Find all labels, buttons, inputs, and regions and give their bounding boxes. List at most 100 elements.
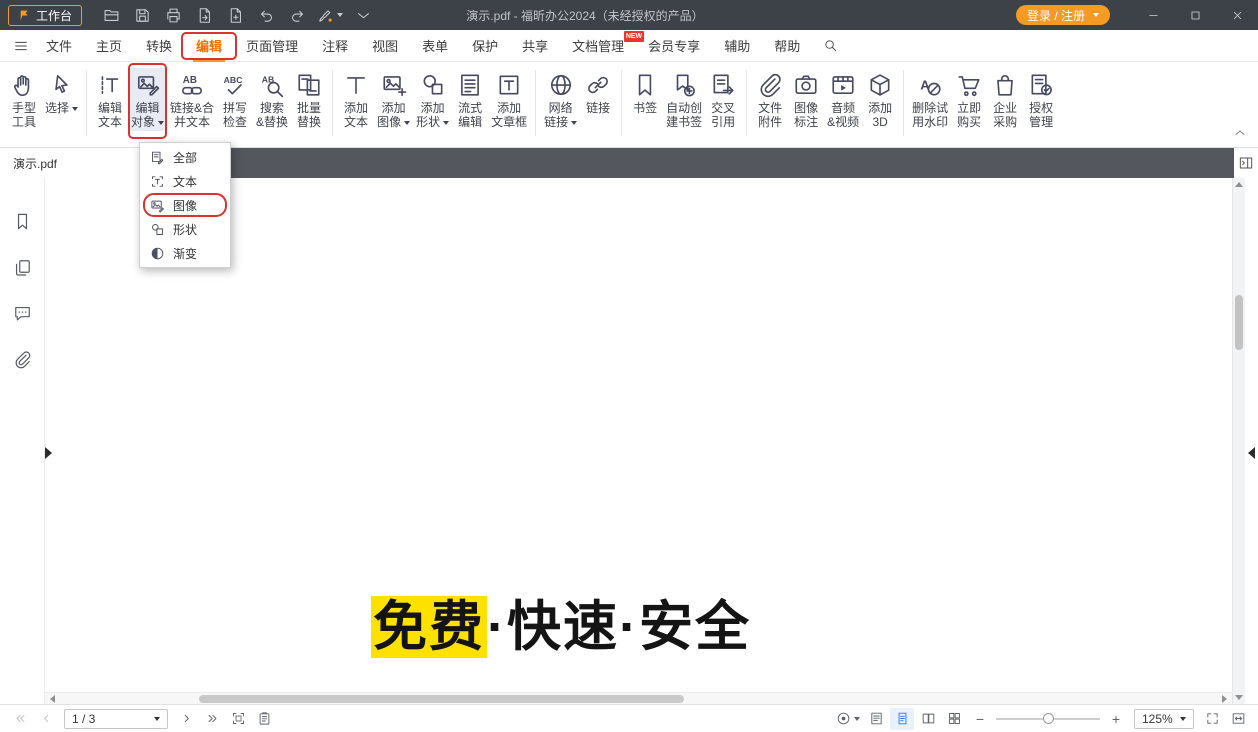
- add-3d-button[interactable]: 添加3D: [862, 68, 898, 131]
- bookmark-button[interactable]: 书签: [627, 68, 663, 117]
- scroll-right-arrow-icon[interactable]: [1222, 695, 1227, 703]
- attachments-panel-button[interactable]: [9, 346, 35, 372]
- snapshot-button[interactable]: [226, 708, 250, 730]
- create-doc-icon[interactable]: [222, 3, 248, 27]
- edit-object-shape-item[interactable]: 形状: [140, 217, 230, 241]
- last-page-button[interactable]: [200, 708, 224, 730]
- prev-page-button[interactable]: [34, 708, 58, 730]
- edit-object-all-item[interactable]: 全部: [140, 145, 230, 169]
- search-replace-button[interactable]: AB搜索&替换: [253, 68, 291, 131]
- expand-right-arrow-icon: [45, 447, 52, 459]
- right-panel-toggle-icon[interactable]: [1234, 148, 1258, 178]
- edit-object-text-item[interactable]: 文本: [140, 169, 230, 193]
- license-management-button[interactable]: 授权管理: [1023, 68, 1059, 131]
- remove-trial-watermark-button[interactable]: A删除试用水印: [909, 68, 951, 131]
- select-button[interactable]: 选择: [42, 68, 81, 117]
- undo-icon[interactable]: [253, 3, 279, 27]
- login-register-button[interactable]: 登录 / 注册: [1016, 5, 1110, 25]
- web-link-button[interactable]: 网络链接: [541, 68, 580, 131]
- zoom-slider[interactable]: [996, 708, 1100, 730]
- edit-object-button[interactable]: 编辑对象: [128, 68, 167, 131]
- text-viewer-button[interactable]: [864, 708, 888, 730]
- bookmarks-panel-button[interactable]: [9, 208, 35, 234]
- facing-pages-button[interactable]: [916, 708, 940, 730]
- redo-icon[interactable]: [284, 3, 310, 27]
- menu-item-convert[interactable]: 转换: [134, 30, 184, 62]
- more-tools-icon[interactable]: [350, 3, 376, 27]
- hamburger-menu-icon[interactable]: [8, 33, 34, 59]
- cross-reference-button[interactable]: 交叉引用: [705, 68, 741, 131]
- menu-item-form[interactable]: 表单: [410, 30, 460, 62]
- audio-video-button[interactable]: 音频&视频: [824, 68, 862, 131]
- edit-text-button[interactable]: 编辑文本: [92, 68, 128, 131]
- image-annotation-button[interactable]: 图像标注: [788, 68, 824, 131]
- sidebar-expand-handle[interactable]: [42, 441, 54, 465]
- enterprise-purchase-button[interactable]: 企业采购: [987, 68, 1023, 131]
- clipboard-button[interactable]: [252, 708, 276, 730]
- print-icon[interactable]: [160, 3, 186, 27]
- edit-object-gradient-item[interactable]: 渐变: [140, 241, 230, 265]
- fullscreen-button[interactable]: [1200, 708, 1224, 730]
- vertical-scrollbar-thumb[interactable]: [1235, 295, 1243, 350]
- batch-replace-button[interactable]: 批量替换: [291, 68, 327, 131]
- edit-object-image-item[interactable]: 图像: [140, 193, 230, 217]
- menu-item-share[interactable]: 共享: [510, 30, 560, 62]
- scroll-down-arrow-icon[interactable]: [1235, 695, 1243, 700]
- read-mode-button[interactable]: [834, 708, 862, 730]
- open-file-icon[interactable]: [98, 3, 124, 27]
- menu-item-document-management[interactable]: 文档管理NEW: [560, 30, 636, 62]
- minimize-button[interactable]: [1132, 0, 1174, 30]
- add-image-button[interactable]: 添加图像: [374, 68, 413, 131]
- menu-item-member-exclusive[interactable]: 会员专享: [636, 30, 712, 62]
- zoom-in-button[interactable]: +: [1104, 708, 1128, 730]
- file-attachment-button[interactable]: 文件附件: [752, 68, 788, 131]
- menu-item-comment[interactable]: 注释: [310, 30, 360, 62]
- menu-item-protect[interactable]: 保护: [460, 30, 510, 62]
- menu-item-page-management[interactable]: 页面管理: [234, 30, 310, 62]
- zoom-out-button[interactable]: −: [968, 708, 992, 730]
- workspace-button[interactable]: 工作台: [8, 5, 82, 26]
- zoom-level-combo[interactable]: 125%: [1134, 709, 1194, 729]
- menu-item-file[interactable]: 文件: [34, 30, 84, 62]
- auto-bookmark-button[interactable]: 自动创建书签: [663, 68, 705, 131]
- collapse-ribbon-icon[interactable]: [1232, 125, 1248, 141]
- spell-check-button[interactable]: ABC拼写检查: [217, 68, 253, 131]
- next-page-button[interactable]: [174, 708, 198, 730]
- page-number-combo[interactable]: 1 / 3: [64, 709, 168, 729]
- zoom-slider-handle[interactable]: [1043, 713, 1054, 724]
- first-page-button[interactable]: [8, 708, 32, 730]
- buy-now-button[interactable]: 立即购买: [951, 68, 987, 131]
- search-icon[interactable]: [816, 32, 844, 60]
- link-merge-text-button[interactable]: AB链接&合并文本: [167, 68, 217, 131]
- add-shape-button[interactable]: 添加形状: [413, 68, 452, 131]
- add-text-button[interactable]: 添加文本: [338, 68, 374, 131]
- menu-item-assist[interactable]: 辅助: [712, 30, 762, 62]
- document-tab[interactable]: 演示.pdf: [0, 148, 139, 178]
- export-doc-icon[interactable]: [191, 3, 217, 27]
- single-page-button[interactable]: [890, 708, 914, 730]
- close-button[interactable]: [1216, 0, 1258, 30]
- sign-tool-icon[interactable]: [315, 3, 345, 27]
- menu-item-edit[interactable]: 编辑: [184, 30, 234, 62]
- menu-item-view[interactable]: 视图: [360, 30, 410, 62]
- menu-item-home[interactable]: 主页: [84, 30, 134, 62]
- save-icon[interactable]: [129, 3, 155, 27]
- vertical-scrollbar[interactable]: [1232, 178, 1245, 704]
- license-management-button-icon: [1028, 72, 1054, 98]
- menu-item-help[interactable]: 帮助: [762, 30, 812, 62]
- comments-panel-button[interactable]: [9, 300, 35, 326]
- fit-width-button[interactable]: [1226, 708, 1250, 730]
- hand-tool-button[interactable]: 手型工具: [6, 68, 42, 131]
- flow-edit-button[interactable]: 流式编辑: [452, 68, 488, 131]
- horizontal-scrollbar[interactable]: [45, 692, 1232, 704]
- right-panel-expand-handle[interactable]: [1246, 441, 1257, 465]
- maximize-button[interactable]: [1174, 0, 1216, 30]
- quad-pages-button[interactable]: [942, 708, 966, 730]
- document-heading: 免费·快速·安全: [371, 598, 751, 657]
- scroll-left-arrow-icon[interactable]: [50, 695, 55, 703]
- pages-panel-button[interactable]: [9, 254, 35, 280]
- horizontal-scrollbar-thumb[interactable]: [199, 695, 684, 703]
- add-article-box-button[interactable]: 添加文章框: [488, 68, 530, 131]
- scroll-up-arrow-icon[interactable]: [1235, 182, 1243, 187]
- link-button[interactable]: 链接: [580, 68, 616, 117]
